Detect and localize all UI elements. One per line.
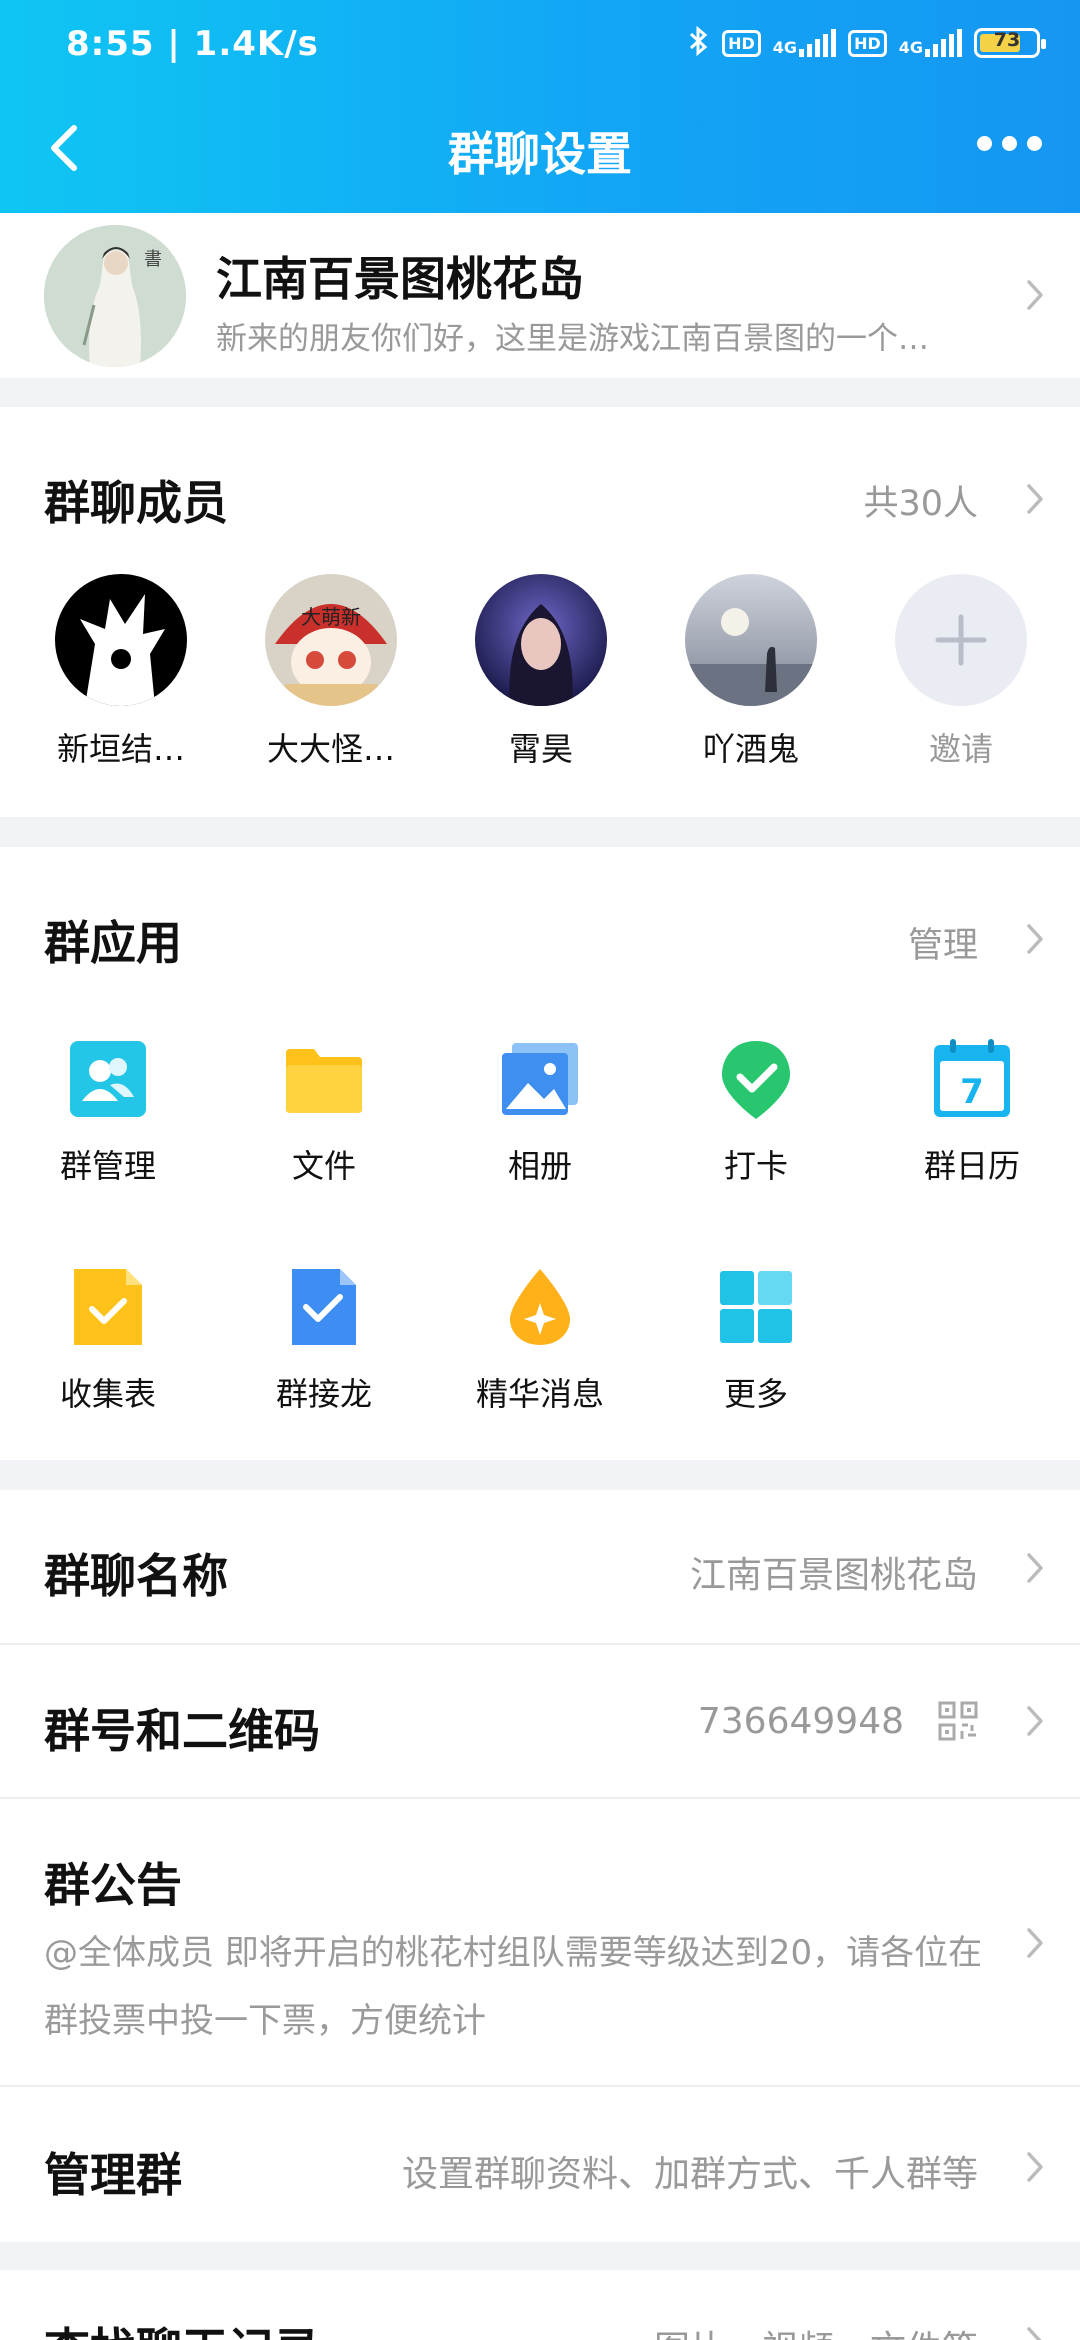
hd-badge: HD (848, 29, 887, 57)
app-label: 收集表 (59, 1375, 156, 1413)
app-label: 群接龙 (275, 1375, 372, 1413)
folder-icon (282, 1037, 366, 1121)
app-label: 打卡 (723, 1147, 788, 1185)
members-section: 群聊成员 共30人 新垣结… 大萌新 大大怪… 霄昊 吖酒鬼 邀请 (0, 407, 1080, 817)
app-label: 群日历 (923, 1147, 1020, 1185)
calendar-icon: 7 (930, 1037, 1014, 1121)
avatar (685, 574, 817, 706)
member-item[interactable]: 吖酒鬼 (666, 574, 836, 770)
app-label: 相册 (507, 1147, 572, 1185)
group-avatar[interactable]: 書 (44, 225, 186, 367)
header: 8:55 | 1.4K/s HD 4G HD 4G 73 群聊设置 (0, 0, 1080, 213)
member-item[interactable]: 霄昊 (456, 574, 626, 770)
network-label: 4G (772, 38, 798, 57)
app-label: 更多 (723, 1375, 788, 1413)
member-item[interactable]: 新垣结… (36, 574, 206, 770)
signal-icon: 4G (899, 29, 962, 57)
manage-group-label: 管理群 (44, 2148, 182, 2202)
avatar (55, 574, 187, 706)
app-label: 群管理 (59, 1147, 156, 1185)
chevron-right-icon (1026, 2151, 1044, 2183)
manage-group-row[interactable]: 管理群 设置群聊资料、加群方式、千人群等 (0, 2087, 1080, 2242)
member-count[interactable]: 共30人 (863, 475, 978, 526)
member-name: 霄昊 (508, 730, 573, 768)
member-item[interactable]: 大萌新 大大怪… (246, 574, 416, 770)
chevron-right-icon (1026, 1927, 1044, 1959)
app-more[interactable]: 更多 (656, 1265, 856, 1415)
group-notice-row[interactable]: 群公告 @全体成员 即将开启的桃花村组队需要等级达到20，请各位在群投票中投一下… (0, 1799, 1080, 2085)
group-description: 新来的朋友你们好，这里是游戏江南百景图的一个… (216, 321, 929, 357)
status-icons: HD 4G HD 4G 73 (688, 25, 1046, 60)
group-name: 江南百景图桃花岛 (216, 252, 584, 306)
members-title: 群聊成员 (44, 476, 228, 530)
hd-badge: HD (722, 29, 761, 57)
form-icon (66, 1265, 150, 1349)
status-time: 8:55 | 1.4K/s (66, 24, 319, 64)
battery-level: 73 (993, 29, 1021, 51)
avatar (475, 574, 607, 706)
member-name: 吖酒鬼 (702, 730, 799, 768)
group-manage-icon (66, 1037, 150, 1121)
qr-code-icon (938, 1701, 978, 1741)
album-icon (498, 1037, 582, 1121)
invite-label: 邀请 (928, 730, 993, 768)
member-name: 新垣结… (56, 730, 185, 768)
chevron-right-icon (1026, 2326, 1044, 2340)
search-history-row[interactable]: 查找聊天记录 图片、视频、文件等 (0, 2270, 1080, 2340)
member-name: 大大怪… (266, 730, 395, 768)
apps-title: 群应用 (44, 916, 182, 970)
more-dots-icon (977, 136, 992, 151)
signal-icon: 4G (772, 29, 837, 57)
notice-text: @全体成员 即将开启的桃花村组队需要等级达到20，请各位在群投票中投一下票，方便… (44, 1933, 983, 2041)
group-profile-row[interactable]: 書 江南百景图桃花岛 新来的朋友你们好，这里是游戏江南百景图的一个… (0, 213, 1080, 378)
app-check-in[interactable]: 打卡 (656, 1037, 856, 1187)
chevron-right-icon[interactable] (1026, 483, 1044, 515)
app-album[interactable]: 相册 (440, 1037, 640, 1187)
page-title: 群聊设置 (448, 127, 632, 181)
svg-text:書: 書 (144, 249, 162, 270)
group-name-row[interactable]: 群聊名称 江南百景图桃花岛 (0, 1490, 1080, 1643)
search-history-label: 查找聊天记录 (44, 2314, 320, 2340)
chevron-right-icon (1026, 1705, 1044, 1737)
avatar: 大萌新 (265, 574, 397, 706)
group-name-value: 江南百景图桃花岛 (689, 1555, 978, 1596)
essence-icon (498, 1265, 582, 1349)
invite-button[interactable]: 邀请 (876, 574, 1046, 770)
battery-icon: 73 (974, 28, 1046, 58)
app-label: 文件 (291, 1147, 356, 1185)
avatar-badge-text: 大萌新 (301, 605, 361, 629)
more-apps-icon (714, 1265, 798, 1349)
more-button[interactable] (977, 136, 1042, 151)
group-apps-section: 群应用 管理 群管理 文件 相册 打卡 7 群日历 收集表 群接龙 精华消息 更… (0, 847, 1080, 1460)
calendar-day: 7 (960, 1072, 984, 1112)
app-essence[interactable]: 精华消息 (440, 1265, 640, 1415)
search-history-value: 图片、视频、文件等 (654, 2320, 978, 2340)
add-icon (895, 574, 1027, 706)
group-id-row[interactable]: 群号和二维码 736649948 (0, 1645, 1080, 1797)
nav-bar: 群聊设置 (0, 96, 1080, 213)
group-id-label: 群号和二维码 (44, 1704, 320, 1758)
group-name-label: 群聊名称 (44, 1549, 228, 1603)
app-solitaire[interactable]: 群接龙 (224, 1265, 424, 1415)
chevron-right-icon (1026, 1552, 1044, 1584)
notice-label: 群公告 (44, 1858, 182, 1912)
solitaire-icon (282, 1265, 366, 1349)
chevron-right-icon[interactable] (1026, 923, 1044, 955)
apps-manage-link[interactable]: 管理 (908, 917, 978, 968)
group-id-value: 736649948 (697, 1701, 904, 1742)
app-form[interactable]: 收集表 (8, 1265, 208, 1415)
bluetooth-icon (688, 25, 710, 60)
status-bar: 8:55 | 1.4K/s HD 4G HD 4G 73 (0, 0, 1080, 96)
app-files[interactable]: 文件 (224, 1037, 424, 1187)
check-in-icon (714, 1037, 798, 1121)
chevron-right-icon (1026, 279, 1044, 311)
app-group-manage[interactable]: 群管理 (8, 1037, 208, 1187)
app-label: 精华消息 (475, 1375, 604, 1413)
network-label: 4G (898, 38, 923, 57)
app-calendar[interactable]: 7 群日历 (872, 1037, 1072, 1187)
manage-group-value: 设置群聊资料、加群方式、千人群等 (401, 2154, 978, 2195)
